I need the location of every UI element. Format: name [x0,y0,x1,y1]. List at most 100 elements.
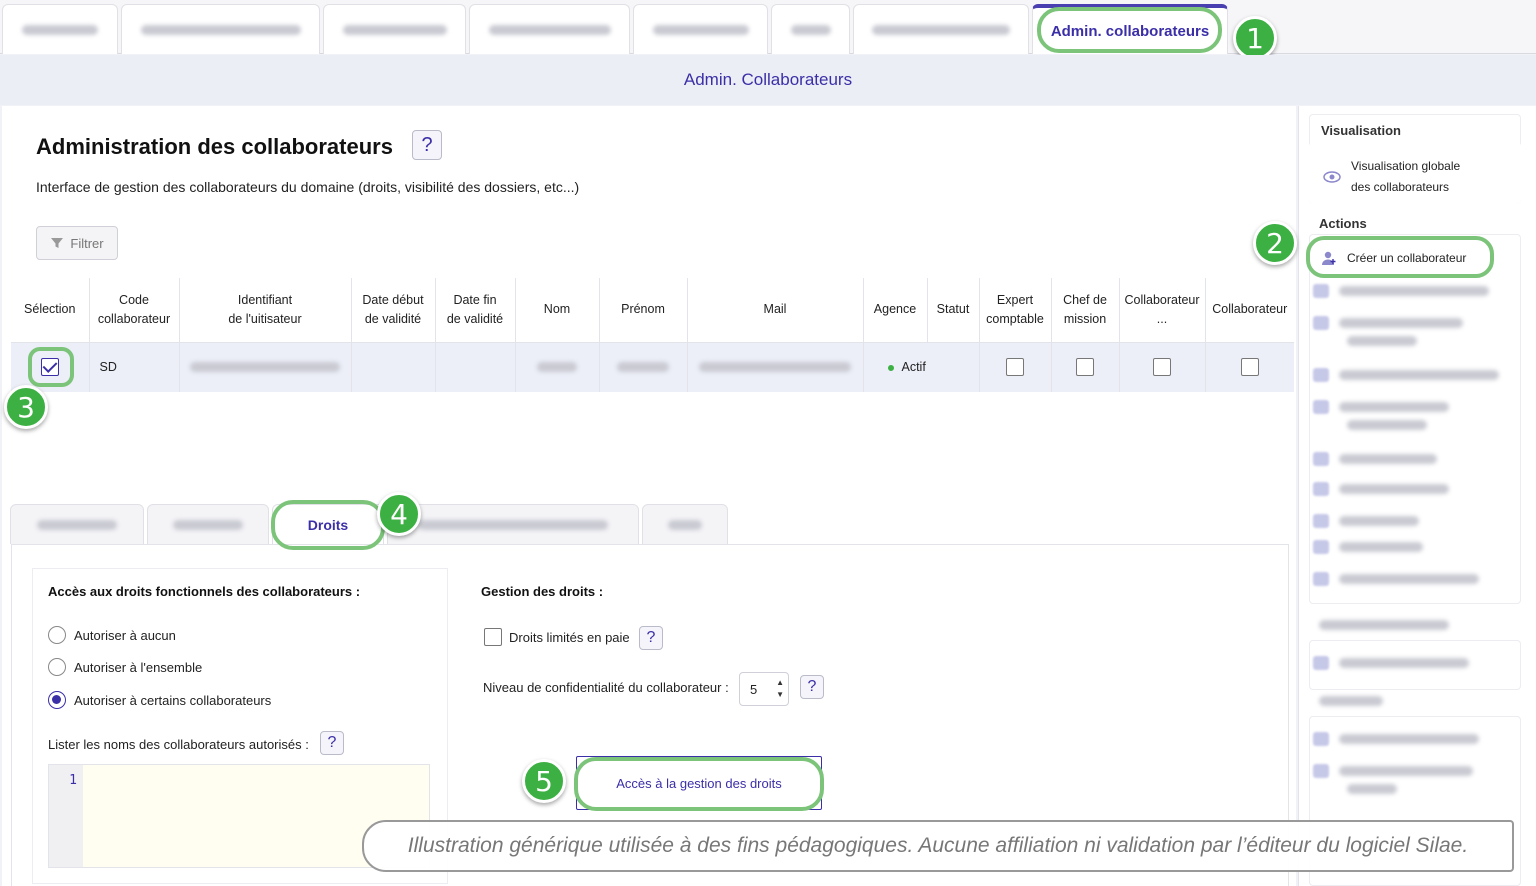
sidebar-action-blurred-4[interactable] [1313,400,1449,414]
table-header-row: Sélection Code collaborateur Identifiant d… [11,278,1294,343]
tab-droits[interactable]: Droits [272,504,384,544]
cell-collaborateur-1[interactable] [1119,342,1206,392]
sidebar-action-blurred-7[interactable] [1313,514,1419,528]
step-badge-3: 3 [4,385,48,429]
top-tab-blurred-3[interactable] [323,4,466,54]
sidebar-action-blurred-11[interactable] [1313,732,1479,746]
top-tab-bar: Admin. collaborateurs [0,0,1536,54]
col-header-code[interactable]: Code collaborateur [89,278,180,343]
col-header-agence[interactable]: Agence [863,278,928,343]
radio-row-none[interactable]: Autoriser à aucun [48,626,176,644]
limited-rights-row[interactable]: Droits limités en paie [484,628,630,646]
stepper-arrows[interactable]: ▲ ▼ [776,677,784,701]
col-header-mail[interactable]: Mail [687,278,864,343]
sidebar-action-blurred-1[interactable] [1313,284,1489,298]
action-icon [1313,452,1329,466]
action-icon [1313,482,1329,496]
confidentiality-level-value: 5 [750,681,758,697]
create-collaborator-link[interactable]: Créer un collaborateur [1321,250,1466,266]
radio-row-some[interactable]: Autoriser à certains collaborateurs [48,691,271,709]
sidebar-action-blurred-12[interactable] [1313,764,1473,778]
radio-none-label: Autoriser à aucun [74,627,176,643]
sidebar-action-blurred-12b [1347,784,1397,794]
tab-admin-collaborateurs[interactable]: Admin. collaborateurs [1032,4,1228,54]
chef-de-mission-checkbox[interactable] [1076,358,1094,377]
disclaimer-banner: Illustration générique utilisée à des fi… [362,820,1514,872]
add-user-icon [1322,251,1336,265]
confidentiality-level-stepper[interactable]: 5 ▲ ▼ [739,672,789,706]
radio-row-all[interactable]: Autoriser à l'ensemble [48,658,202,676]
limited-rights-help-button[interactable]: ? [639,626,663,650]
col-header-identifiant[interactable]: Identifiant de l'uitisateur [179,278,352,343]
title-help-button[interactable]: ? [412,130,442,160]
confidentiality-level-label: Niveau de confidentialité du collaborate… [483,680,729,695]
col-header-collaborateur-2[interactable]: Collaborateur [1205,278,1294,343]
col-header-prenom[interactable]: Prénom [599,278,688,343]
right-sidebar: Visualisation Visualisation globale des c… [1298,106,1536,886]
top-tab-blurred-7[interactable] [853,4,1029,54]
sidebar-action-blurred-4b [1347,420,1427,430]
col-header-expert-comptable[interactable]: Expert comptable [979,278,1052,343]
editor-line-number: 1 [49,765,83,867]
top-tab-blurred-2[interactable] [121,4,320,54]
tab-droits-label: Droits [307,516,349,533]
sidebar-action-blurred-3[interactable] [1313,368,1499,382]
cell-date-fin [435,342,516,392]
cell-expert-comptable[interactable] [979,342,1052,392]
action-icon [1313,540,1329,554]
col-header-selection[interactable]: Sélection [11,278,90,343]
confidentiality-help-button[interactable]: ? [800,675,824,699]
col-header-chef-de-mission[interactable]: Chef de mission [1051,278,1120,343]
lower-tab-blurred-4[interactable] [642,504,728,544]
col-header-collaborateur-1[interactable]: Collaborateur... [1119,278,1206,343]
expert-comptable-checkbox[interactable] [1006,358,1024,377]
top-tab-blurred-5[interactable] [633,4,768,54]
visualisation-heading: Visualisation [1321,123,1401,138]
action-icon [1313,368,1329,382]
sidebar-action-blurred-8[interactable] [1313,540,1423,554]
action-icon [1313,400,1329,414]
radio-all[interactable] [48,658,66,676]
collaborateur-2-checkbox[interactable] [1240,358,1259,377]
authorized-list-label: Lister les noms des collaborateurs autor… [48,737,309,752]
visualisation-globale-link[interactable]: Visualisation globale des collaborateurs [1323,156,1460,198]
lower-tab-blurred-1[interactable] [10,504,144,544]
cell-collaborateur-2[interactable] [1205,342,1294,392]
stepper-down-icon[interactable]: ▼ [776,690,784,699]
sidebar-action-blurred-6[interactable] [1313,482,1449,496]
limited-rights-checkbox[interactable] [484,628,502,646]
col-header-date-fin[interactable]: Date fin de validité [435,278,516,343]
row-select-checkbox[interactable] [40,358,59,377]
sidebar-action-blurred-5[interactable] [1313,452,1437,466]
radio-all-label: Autoriser à l'ensemble [74,659,203,675]
visualisation-item-line1: Visualisation globale [1351,159,1461,173]
stepper-up-icon[interactable]: ▲ [776,678,784,687]
filter-button[interactable]: Filtrer [36,226,118,260]
col-header-date-debut[interactable]: Date début de validité [351,278,436,343]
col-header-nom[interactable]: Nom [515,278,600,343]
actions-heading: Actions [1319,216,1367,231]
sidebar-action-blurred-9[interactable] [1313,572,1479,586]
action-icon [1313,284,1329,298]
visualisation-item-line2: des collaborateurs [1351,180,1450,194]
lower-tab-blurred-3[interactable] [387,504,639,544]
action-icon [1313,316,1329,330]
top-tab-blurred-1[interactable] [2,4,118,54]
top-tab-blurred-4[interactable] [469,4,630,54]
collaborateur-1-checkbox[interactable] [1153,358,1171,377]
radio-some-label: Autoriser à certains collaborateurs [74,692,272,708]
sidebar-action-blurred-2[interactable] [1313,316,1463,330]
top-tab-blurred-6[interactable] [771,4,850,54]
access-rights-management-button[interactable]: Accès à la gestion des droits [576,756,822,810]
sidebar-action-blurred-10[interactable] [1313,656,1469,670]
radio-none[interactable] [48,626,66,644]
lower-tab-blurred-2[interactable] [147,504,269,544]
table-row[interactable]: SD Actif [11,342,1294,392]
action-icon [1313,514,1329,528]
cell-nom-blurred [515,342,600,392]
list-help-button[interactable]: ? [320,731,344,755]
radio-some[interactable] [48,691,66,709]
cell-statut: Actif [863,342,980,392]
cell-chef-de-mission[interactable] [1051,342,1120,392]
col-header-statut[interactable]: Statut [927,278,980,343]
